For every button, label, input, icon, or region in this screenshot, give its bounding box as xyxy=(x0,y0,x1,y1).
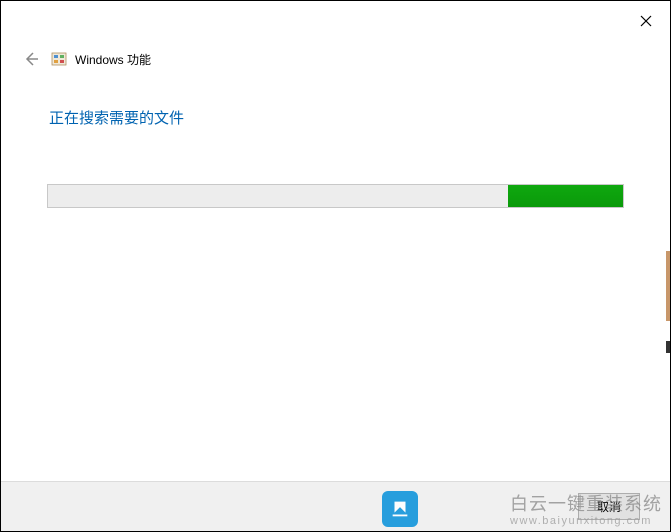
side-decoration xyxy=(666,341,670,353)
progress-container xyxy=(47,184,624,208)
watermark-text: 白云一键重装系统 www.baiyunxitong.com xyxy=(510,495,662,527)
status-message: 正在搜索需要的文件 xyxy=(1,71,670,128)
dialog-header: Windows 功能 xyxy=(1,29,670,71)
windows-features-dialog: Windows 功能 正在搜索需要的文件 取消 白云一键重装系统 www.bai… xyxy=(0,0,671,532)
dialog-title: Windows 功能 xyxy=(75,51,151,68)
windows-features-icon xyxy=(51,51,67,67)
back-arrow-icon xyxy=(23,51,39,67)
progress-bar xyxy=(47,184,624,208)
side-decoration xyxy=(666,251,670,321)
close-button[interactable] xyxy=(636,11,656,31)
progress-fill xyxy=(508,185,623,207)
close-icon xyxy=(640,15,652,27)
watermark-logo-icon xyxy=(382,491,418,527)
back-button[interactable] xyxy=(19,47,43,71)
watermark-main-text: 白云一键重装系统 xyxy=(510,495,662,515)
watermark-sub-text: www.baiyunxitong.com xyxy=(510,515,662,527)
